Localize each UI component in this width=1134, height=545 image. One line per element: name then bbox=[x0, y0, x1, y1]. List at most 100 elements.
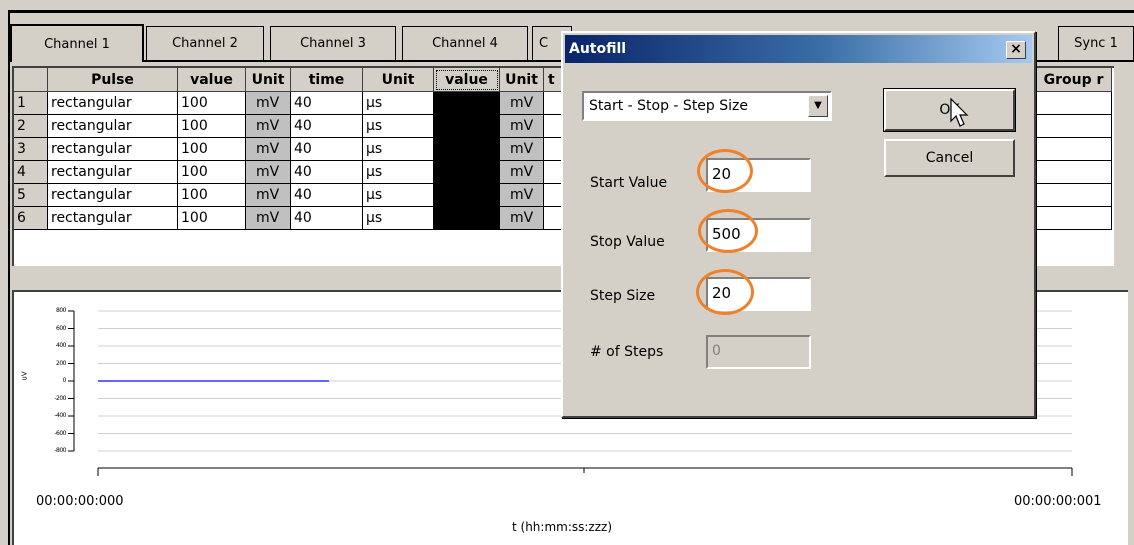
value-2-cell[interactable] bbox=[434, 161, 500, 184]
autofill-dialog[interactable]: Autofill × Start - Stop - Step Size ▼ OK… bbox=[561, 31, 1036, 418]
unit-3-cell[interactable]: mV bbox=[500, 161, 544, 184]
fill-mode-value: Start - Stop - Step Size bbox=[589, 98, 748, 114]
dialog-titlebar[interactable]: Autofill × bbox=[565, 35, 1032, 63]
value-cell[interactable]: 100 bbox=[178, 92, 246, 115]
num-steps-field: 0 bbox=[706, 335, 811, 369]
time-unit-cell[interactable]: µs bbox=[363, 161, 434, 184]
pulse-cell[interactable]: rectangular bbox=[48, 92, 178, 115]
time-unit-cell[interactable]: µs bbox=[363, 92, 434, 115]
unit-3-cell[interactable]: mV bbox=[500, 207, 544, 230]
time-cell[interactable]: 40 bbox=[291, 207, 363, 230]
header-unit[interactable]: Unit bbox=[246, 68, 291, 92]
tab-channel-1[interactable]: Channel 1 bbox=[10, 24, 144, 62]
row-number[interactable]: 5 bbox=[14, 184, 48, 207]
time-unit-cell[interactable]: µs bbox=[363, 207, 434, 230]
group-cell[interactable] bbox=[1036, 161, 1112, 184]
time-unit-cell[interactable]: µs bbox=[363, 115, 434, 138]
time-cell[interactable]: 40 bbox=[291, 184, 363, 207]
time-cell[interactable]: 40 bbox=[291, 115, 363, 138]
y-tick-label: -400 bbox=[54, 412, 66, 419]
y-tick-label: 600 bbox=[56, 324, 66, 332]
value-cell[interactable]: 100 bbox=[178, 207, 246, 230]
unit-3-cell[interactable]: mV bbox=[500, 92, 544, 115]
unit-cell[interactable]: mV bbox=[246, 184, 291, 207]
pulse-cell[interactable]: rectangular bbox=[48, 115, 178, 138]
time-cell[interactable]: 40 bbox=[291, 138, 363, 161]
stop-value-highlight bbox=[698, 209, 758, 253]
value-cell[interactable]: 100 bbox=[178, 115, 246, 138]
tab-label: Channel 2 bbox=[172, 36, 238, 51]
mouse-cursor-icon bbox=[950, 97, 969, 127]
stop-value-label: Stop Value bbox=[590, 234, 665, 250]
group-cell[interactable] bbox=[1036, 207, 1112, 230]
unit-3-cell[interactable]: mV bbox=[500, 115, 544, 138]
header-value-2[interactable]: value bbox=[434, 68, 500, 92]
y-tick-label: 800 bbox=[56, 307, 66, 314]
tab-channel-2[interactable]: Channel 2 bbox=[146, 26, 264, 60]
x-axis-start-label: 00:00:00:000 bbox=[36, 494, 124, 509]
group-cell[interactable] bbox=[1036, 184, 1112, 207]
num-steps-label: # of Steps bbox=[590, 344, 664, 360]
y-tick-label: -600 bbox=[54, 429, 66, 437]
start-value-label: Start Value bbox=[590, 175, 668, 191]
cancel-button[interactable]: Cancel bbox=[884, 139, 1015, 177]
row-number[interactable]: 6 bbox=[14, 207, 48, 230]
value-2-cell[interactable] bbox=[434, 207, 500, 230]
y-tick-label: 0 bbox=[62, 377, 67, 384]
tab-sync-1[interactable]: Sync 1 bbox=[1058, 26, 1134, 60]
y-tick-label: 200 bbox=[56, 359, 66, 367]
step-size-label: Step Size bbox=[590, 288, 656, 304]
y-tick-label: -200 bbox=[54, 394, 66, 402]
step-size-highlight bbox=[696, 269, 754, 315]
time-unit-cell[interactable]: µs bbox=[363, 138, 434, 161]
x-axis-title: t (hh:mm:ss:zzz) bbox=[512, 520, 613, 534]
value-2-cell[interactable] bbox=[434, 138, 500, 161]
group-cell[interactable] bbox=[1036, 92, 1112, 115]
time-cell[interactable]: 40 bbox=[291, 161, 363, 184]
header-time[interactable]: time bbox=[291, 68, 363, 92]
header-value[interactable]: value bbox=[178, 68, 246, 92]
value-2-cell[interactable] bbox=[434, 92, 500, 115]
header-pulse[interactable]: Pulse bbox=[48, 68, 178, 92]
tab-label: Sync 1 bbox=[1074, 36, 1118, 51]
tab-label: Channel 3 bbox=[300, 36, 366, 51]
unit-cell[interactable]: mV bbox=[246, 138, 291, 161]
group-cell[interactable] bbox=[1036, 138, 1112, 161]
unit-3-cell[interactable]: mV bbox=[500, 184, 544, 207]
value-cell[interactable]: 100 bbox=[178, 184, 246, 207]
value-2-cell[interactable] bbox=[434, 184, 500, 207]
row-number[interactable]: 1 bbox=[14, 92, 48, 115]
unit-cell[interactable]: mV bbox=[246, 92, 291, 115]
value-2-cell[interactable] bbox=[434, 115, 500, 138]
tab-label: Channel 4 bbox=[432, 36, 498, 51]
time-cell[interactable]: 40 bbox=[291, 92, 363, 115]
pulse-cell[interactable]: rectangular bbox=[48, 207, 178, 230]
y-axis-title: uV bbox=[20, 371, 29, 381]
num-steps-text: 0 bbox=[712, 343, 721, 359]
close-icon[interactable]: × bbox=[1006, 41, 1026, 59]
dialog-title: Autofill bbox=[569, 41, 627, 57]
unit-3-cell[interactable]: mV bbox=[500, 138, 544, 161]
unit-cell[interactable]: mV bbox=[246, 207, 291, 230]
pulse-cell[interactable]: rectangular bbox=[48, 161, 178, 184]
header-unit-2[interactable]: Unit bbox=[363, 68, 434, 92]
start-value-highlight bbox=[697, 149, 753, 193]
pulse-cell[interactable]: rectangular bbox=[48, 184, 178, 207]
fill-mode-select[interactable]: Start - Stop - Step Size ▼ bbox=[582, 91, 832, 121]
row-number[interactable]: 3 bbox=[14, 138, 48, 161]
unit-cell[interactable]: mV bbox=[246, 161, 291, 184]
unit-cell[interactable]: mV bbox=[246, 115, 291, 138]
tab-label: C bbox=[539, 36, 549, 51]
time-unit-cell[interactable]: µs bbox=[363, 184, 434, 207]
header-unit-3[interactable]: Unit bbox=[500, 68, 544, 92]
value-cell[interactable]: 100 bbox=[178, 138, 246, 161]
value-cell[interactable]: 100 bbox=[178, 161, 246, 184]
tab-channel-3[interactable]: Channel 3 bbox=[270, 26, 396, 60]
tab-channel-4[interactable]: Channel 4 bbox=[402, 26, 528, 60]
group-cell[interactable] bbox=[1036, 115, 1112, 138]
row-number[interactable]: 2 bbox=[14, 115, 48, 138]
row-number[interactable]: 4 bbox=[14, 161, 48, 184]
chevron-down-icon[interactable]: ▼ bbox=[808, 95, 828, 117]
pulse-cell[interactable]: rectangular bbox=[48, 138, 178, 161]
header-group[interactable]: Group r bbox=[1036, 68, 1112, 92]
